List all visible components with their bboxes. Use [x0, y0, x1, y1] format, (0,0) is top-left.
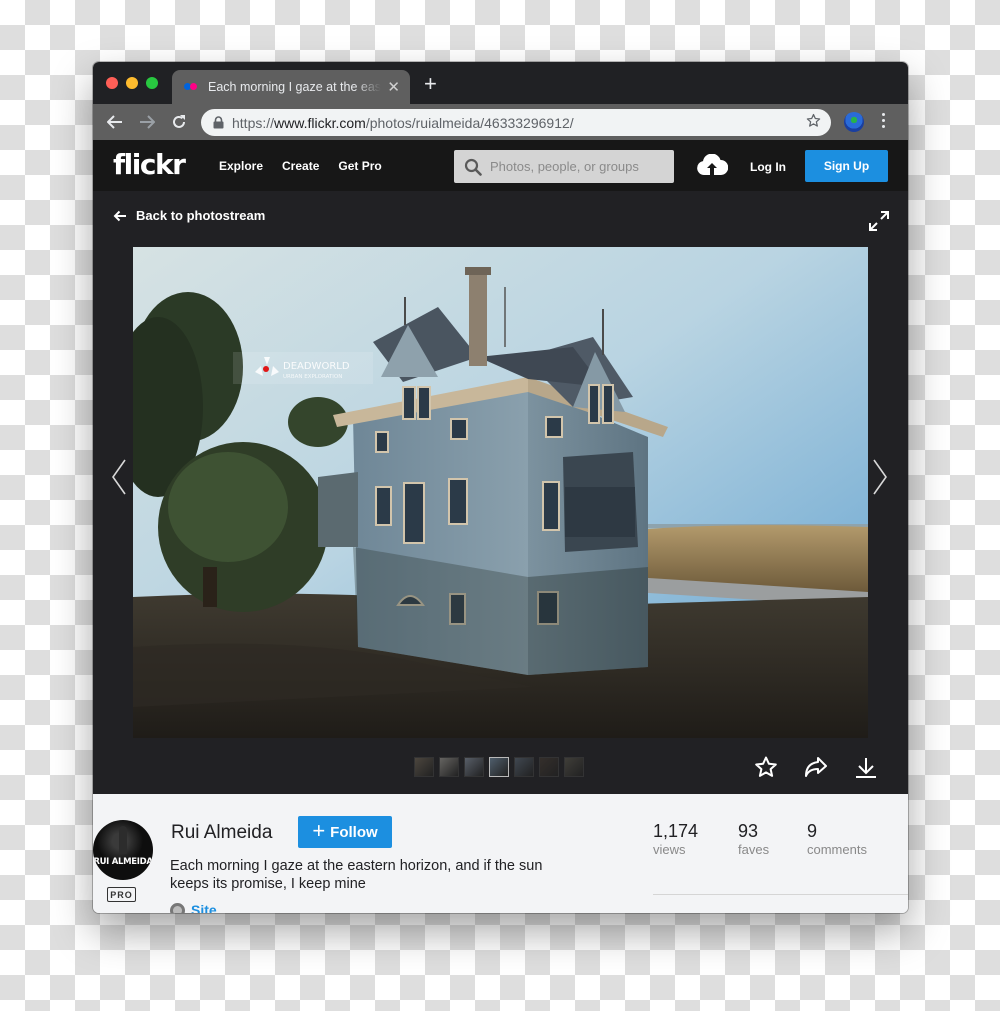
stat-comments[interactable]: 9 comments — [807, 820, 867, 858]
back-label: Back to photostream — [136, 208, 266, 223]
photo-description: Each morning I gaze at the eastern horiz… — [170, 858, 543, 892]
flickr-logo[interactable]: flickr — [113, 148, 186, 181]
url-text[interactable]: https://www.flickr.com/photos/ruialmeida… — [232, 115, 806, 131]
browser-toolbar: https://www.flickr.com/photos/ruialmeida… — [93, 104, 908, 140]
profile-avatar[interactable] — [844, 112, 864, 132]
nav-explore[interactable]: Explore — [219, 159, 263, 173]
filmstrip-thumbnail[interactable] — [489, 757, 509, 777]
search-icon — [464, 158, 482, 176]
abandoned-house-photo: DEADWORLD URBAN EXPLORATION — [133, 247, 868, 738]
search-box — [454, 150, 674, 183]
share-arrow-icon — [805, 757, 827, 777]
divider — [653, 894, 908, 895]
photo-stats: 1,174 views 93 faves 9 comments — [653, 820, 867, 858]
filmstrip-thumbnail[interactable] — [464, 757, 484, 777]
login-link[interactable]: Log In — [750, 160, 786, 174]
photo-info: RUI ALMEIDA PRO Rui Almeida + Follow Eac… — [93, 794, 908, 913]
search-input[interactable] — [490, 159, 660, 174]
maximize-window-button[interactable] — [146, 77, 158, 89]
author-avatar[interactable]: RUI ALMEIDA — [93, 820, 153, 880]
download-icon — [856, 758, 876, 778]
browser-menu-icon[interactable] — [882, 113, 886, 128]
arrow-right-icon — [140, 115, 155, 129]
download-button[interactable] — [853, 754, 879, 780]
lock-icon — [213, 116, 224, 129]
svg-text:URBAN EXPLORATION: URBAN EXPLORATION — [283, 374, 342, 380]
tab-strip: Each morning I gaze at the eastern horiz… — [93, 62, 908, 104]
share-button[interactable] — [803, 754, 829, 780]
previous-photo-arrow[interactable] — [112, 459, 126, 500]
browser-window: Each morning I gaze at the eastern horiz… — [93, 62, 908, 913]
close-tab-icon[interactable]: ✕ — [387, 78, 400, 96]
site-icon — [170, 902, 185, 913]
photo-filmstrip — [414, 757, 584, 777]
site-link[interactable]: Site — [170, 902, 217, 913]
upload-cloud-icon[interactable] — [696, 153, 729, 181]
author-name[interactable]: Rui Almeida — [171, 822, 272, 844]
main-photo[interactable]: DEADWORLD URBAN EXPLORATION — [133, 247, 868, 738]
arrow-left-icon — [113, 210, 126, 221]
next-photo-arrow[interactable] — [873, 459, 887, 500]
nav-get-pro[interactable]: Get Pro — [338, 159, 381, 173]
follow-button[interactable]: + Follow — [298, 816, 392, 848]
main-nav: Explore Create Get Pro — [219, 159, 382, 173]
reload-icon — [173, 115, 185, 128]
address-bar[interactable]: https://www.flickr.com/photos/ruialmeida… — [201, 109, 831, 136]
browser-tab[interactable]: Each morning I gaze at the eastern horiz… — [172, 70, 410, 104]
fave-star-button[interactable] — [753, 754, 779, 780]
bookmark-star-icon[interactable] — [806, 113, 821, 133]
minimize-window-button[interactable] — [126, 77, 138, 89]
tab-title: Each morning I gaze at the eastern horiz… — [208, 80, 382, 94]
flickr-favicon-icon — [184, 83, 200, 91]
new-tab-button[interactable]: + — [424, 73, 437, 95]
back-to-photostream-link[interactable]: Back to photostream — [113, 208, 265, 223]
site-header: flickr Explore Create Get Pro Log In Sig… — [93, 140, 908, 191]
back-button[interactable] — [104, 111, 126, 133]
nav-create[interactable]: Create — [282, 159, 319, 173]
forward-button[interactable] — [136, 111, 158, 133]
photo-stage: Back to photostream DEADWORLD URBAN EXPL… — [93, 191, 908, 794]
filmstrip-thumbnail[interactable] — [414, 757, 434, 777]
plus-icon: + — [312, 818, 326, 843]
arrow-left-icon — [107, 115, 122, 129]
signup-button[interactable]: Sign Up — [805, 150, 888, 182]
close-window-button[interactable] — [106, 77, 118, 89]
pro-badge: PRO — [107, 887, 136, 902]
filmstrip-thumbnail[interactable] — [439, 757, 459, 777]
stat-faves: 93 faves — [738, 821, 770, 857]
filmstrip-thumbnail[interactable] — [539, 757, 559, 777]
deadworld-watermark: DEADWORLD URBAN EXPLORATION — [233, 352, 373, 384]
svg-text:DEADWORLD: DEADWORLD — [283, 361, 350, 372]
filmstrip-thumbnail[interactable] — [564, 757, 584, 777]
stat-views: 1,174 views — [653, 821, 699, 857]
star-icon — [755, 756, 777, 777]
photo-actions — [753, 754, 879, 780]
filmstrip-thumbnail[interactable] — [514, 757, 534, 777]
fullscreen-expand-icon[interactable] — [868, 210, 890, 237]
reload-button[interactable] — [168, 111, 190, 133]
